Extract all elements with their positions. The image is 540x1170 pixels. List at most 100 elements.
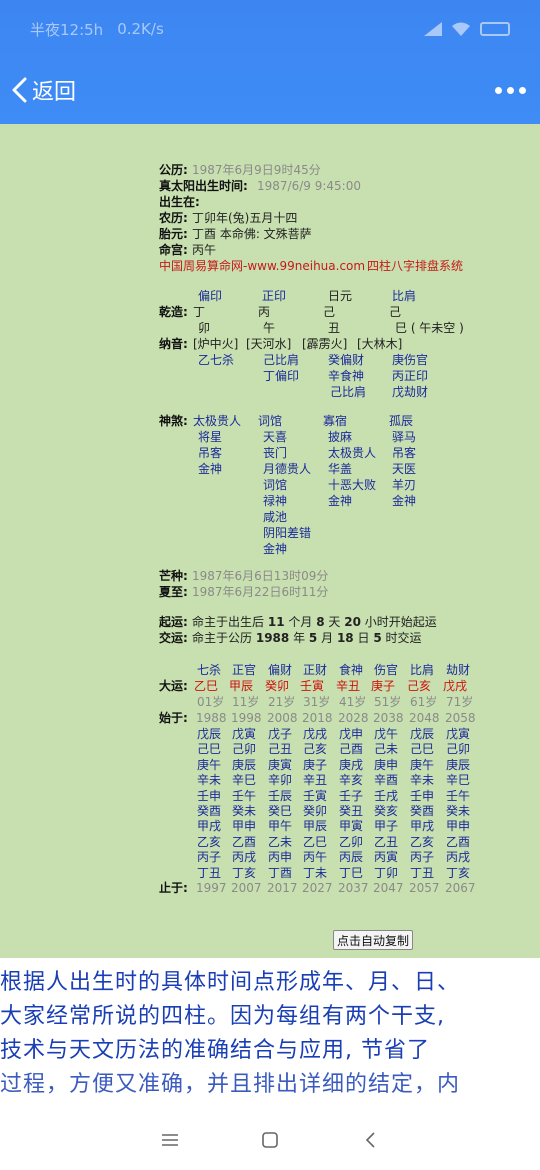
liunian-cell: 甲子 [374, 819, 399, 834]
dayun-end-year: 2037 [338, 881, 369, 895]
menu-nav-button[interactable] [155, 1125, 185, 1155]
dayun-ganzhi: 庚子 [371, 679, 396, 693]
dayun-start-year: 2018 [302, 711, 333, 725]
more-dot-icon [495, 86, 502, 94]
qiyun-pre: 命主于出生后 [192, 615, 265, 629]
liunian-cell: 己巳 [410, 742, 435, 757]
liunian-cell: 丙子 [410, 850, 435, 865]
gongli-value: 1987年6月9日9时45分 [192, 163, 321, 177]
back-button[interactable]: 返回 [10, 74, 76, 106]
shensha-label: 神煞: [159, 414, 188, 428]
dayun-age: 41岁 [339, 695, 367, 709]
liunian-cell: 戊戌 [303, 727, 328, 741]
dayun-start-year: 1988 [196, 711, 227, 725]
dayun-start-year: 2008 [267, 711, 298, 725]
liunian-cell: 壬戌 [374, 788, 399, 803]
back-nav-button[interactable] [355, 1125, 385, 1155]
liunian-cell: 庚寅 [268, 757, 293, 772]
dayun-age: 71岁 [446, 695, 474, 709]
dayun-shishen: 正官 [232, 663, 257, 677]
liunian-cell: 丙辰 [339, 850, 364, 865]
dayun-end-year: 2067 [445, 881, 476, 895]
jiaoyun-hour: 5 [373, 631, 382, 645]
shensha-item: 禄神 [263, 494, 288, 508]
taiyuan-label: 胎元: [159, 227, 188, 241]
liunian-cell: 壬午 [232, 788, 257, 803]
paragraph-line: 根据人出生时的具体时间点形成年、月、日、 [0, 970, 461, 995]
liunian-cell: 癸未 [232, 804, 257, 818]
pillar-shishen: 日元 [328, 289, 353, 303]
liunian-cell: 戊辰 [197, 727, 222, 741]
dayun-age: 61岁 [410, 695, 438, 709]
liunian-cell: 己亥 [303, 742, 328, 757]
home-icon [262, 1132, 278, 1148]
wifi-icon [452, 22, 470, 36]
home-nav-button[interactable] [255, 1125, 285, 1155]
shensha-item: 词馆 [258, 414, 283, 428]
liunian-cell: 丙申 [268, 850, 293, 865]
liunian-cell: 戊辰 [410, 727, 435, 741]
liunian-cell: 丁亥 [232, 865, 257, 880]
liunian-cell: 己未 [374, 742, 399, 757]
liunian-cell: 辛酉 [374, 773, 399, 788]
liunian-cell: 壬申 [410, 788, 435, 803]
qiyun-text: 命主于出生后 11 个月 8 天 20 小时开始起运 [192, 615, 437, 630]
site-link[interactable]: 中国周易算命网-www.99neihua.com [159, 259, 365, 274]
shensha-item: 咸池 [263, 510, 288, 524]
more-menu-button[interactable] [495, 86, 526, 94]
liunian-cell: 己巳 [197, 742, 222, 757]
canggan-item: 辛食神 [328, 369, 365, 383]
liunian-cell: 辛巳 [446, 773, 471, 788]
liunian-cell: 丁卯 [374, 865, 399, 880]
liunian-cell: 辛巳 [232, 773, 257, 788]
dayun-start-year: 1998 [231, 711, 262, 725]
liunian-cell: 癸丑 [339, 804, 364, 818]
dayun-shishen: 伤官 [374, 663, 399, 677]
liunian-cell: 乙卯 [339, 834, 364, 849]
liunian-cell: 乙亥 [197, 834, 222, 849]
qiyun-days: 8 [316, 615, 325, 629]
zhiyu-label: 止于: [159, 881, 188, 895]
more-dot-icon [519, 86, 526, 94]
jiaoyun-tail: 时交运 [385, 631, 422, 645]
jiaoyun-month: 5 [308, 631, 318, 645]
nayin-value: [霹雳火] [302, 337, 348, 351]
back-label: 返回 [32, 80, 77, 105]
liunian-cell: 乙亥 [410, 834, 435, 849]
nongli-value: 丁卯年(兔)五月十四 [192, 211, 298, 225]
dayun-end-year: 2027 [302, 881, 333, 895]
canggan-item: 癸偏财 [328, 353, 365, 367]
shensha-item: 天喜 [263, 430, 288, 444]
liunian-cell: 乙酉 [446, 834, 471, 849]
liunian-cell: 壬辰 [268, 788, 293, 803]
minggong-label: 命宫: [159, 243, 188, 257]
dayun-shishen: 比肩 [410, 663, 435, 677]
liunian-cell: 丁巳 [339, 865, 364, 880]
liunian-cell: 壬午 [446, 788, 471, 803]
paragraph-line: 大家经常所说的四柱。因为每组有两个干支, [0, 1004, 445, 1029]
chevron-left-icon [12, 77, 27, 103]
nongli-label: 农历: [159, 211, 188, 225]
shensha-item: 寡宿 [323, 414, 348, 428]
canggan-item: 乙七杀 [198, 353, 235, 367]
liunian-cell: 庚戌 [339, 757, 364, 772]
dayun-ganzhi: 戊戌 [443, 679, 468, 693]
dayun-label: 大运: [159, 679, 188, 693]
copy-button[interactable]: 点击自动复制 [333, 930, 413, 950]
status-time: 半夜12:5h [30, 20, 104, 39]
shensha-item: 金神 [263, 542, 288, 556]
back-arrow-icon [365, 1132, 375, 1148]
shensha-item: 羊刃 [392, 478, 417, 492]
paragraph-line: 技术与天文历法的准确结合与应用, 节省了 [0, 1038, 430, 1063]
shiyu-label: 始于: [159, 711, 188, 725]
liunian-cell: 乙酉 [232, 834, 257, 849]
dayun-ganzhi: 辛丑 [336, 679, 361, 693]
shensha-item: 披麻 [328, 430, 353, 444]
jiaoyun-year-unit: 年 [293, 631, 306, 645]
liunian-cell: 丁酉 [268, 865, 293, 880]
liunian-cell: 丙午 [303, 850, 328, 865]
canggan-item: 庚伤官 [392, 353, 429, 367]
liunian-cell: 癸亥 [374, 804, 399, 818]
dayun-ganzhi: 壬寅 [300, 679, 325, 693]
dayun-ganzhi: 己亥 [407, 679, 432, 693]
